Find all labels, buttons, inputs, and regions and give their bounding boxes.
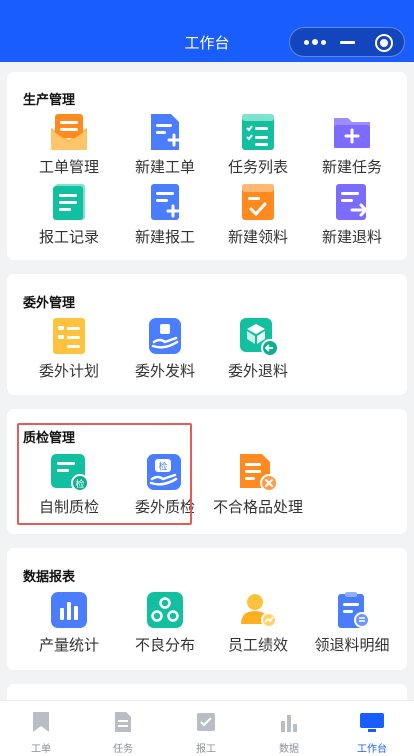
- close-miniprogram-icon[interactable]: [375, 34, 393, 52]
- checklist-icon: [242, 114, 274, 150]
- grid-item-new-work-order[interactable]: 新建工单: [117, 112, 213, 176]
- material-return-icon: [336, 184, 369, 220]
- miniprogram-capsule: [289, 27, 405, 57]
- document-icon: [115, 712, 131, 732]
- item-label: 新建任务: [321, 159, 382, 176]
- distribution-icon: [147, 592, 183, 628]
- nav-label: 工单: [31, 744, 51, 755]
- item-label: 新建退料: [321, 229, 382, 246]
- grid-item-new-task[interactable]: 新建任务: [304, 112, 400, 176]
- outsource-plan-icon: [53, 318, 85, 354]
- grid-item-work-order-manage[interactable]: 工单管理: [21, 112, 117, 176]
- nav-item-report-work[interactable]: 报工: [165, 701, 247, 756]
- grid-item-new-material-pick[interactable]: 新建领料: [210, 182, 306, 246]
- checkbox-icon: [197, 713, 215, 731]
- bookmark-icon: [33, 712, 49, 732]
- grid-item-employee-performance[interactable]: 员工绩效: [210, 590, 306, 654]
- material-detail-icon: [338, 592, 370, 628]
- material-check-icon: [242, 184, 274, 220]
- outsource-send-icon: [149, 318, 181, 354]
- section-title: 生产管理: [23, 92, 76, 107]
- nav-label: 报工: [196, 744, 216, 755]
- section-outsourcing: 委外管理 委外计划 委外发料 委外退料: [7, 274, 407, 395]
- section-reports: 数据报表 产量统计 不良分布 员工绩效 领退料明细: [7, 548, 407, 670]
- grid-item-defect-distribution[interactable]: 不良分布: [117, 590, 213, 654]
- grid-item-new-report[interactable]: 新建报工: [117, 182, 213, 246]
- item-label: 不合格品处理: [212, 499, 303, 516]
- nav-label: 工作台: [357, 744, 387, 755]
- nav-item-work-order[interactable]: 工单: [0, 701, 82, 756]
- grid-item-outsource-send[interactable]: 委外发料: [117, 316, 213, 380]
- highlight-box: [17, 423, 192, 525]
- section-production: 生产管理 工单管理 新建工单 任务列表 新建任务 报工记录 新建报工 新建领料 …: [7, 72, 407, 260]
- nav-item-workbench[interactable]: 工作台: [331, 701, 413, 756]
- section-title: 数据报表: [23, 569, 76, 584]
- nav-label: 任务: [113, 744, 133, 755]
- minimize-icon[interactable]: [340, 41, 355, 44]
- monitor-icon: [360, 713, 384, 732]
- grid-item-outsource-return[interactable]: 委外退料: [210, 316, 306, 380]
- grid-item-new-material-return[interactable]: 新建退料: [304, 182, 400, 246]
- report-add-icon: [151, 184, 180, 220]
- folder-add-icon: [334, 118, 370, 148]
- grid-item-report-record[interactable]: 报工记录: [21, 182, 117, 246]
- grid-item-material-detail[interactable]: 领退料明细: [304, 590, 400, 654]
- grid-item-output-stats[interactable]: 产量统计: [21, 590, 117, 654]
- item-label: 领退料明细: [314, 637, 390, 654]
- defect-handle-icon: [240, 454, 278, 492]
- more-options-icon[interactable]: [300, 28, 330, 56]
- outsource-return-icon: [240, 318, 278, 356]
- nav-label: 数据: [279, 744, 299, 755]
- top-bar: 工作台: [0, 0, 414, 62]
- employee-performance-icon: [241, 594, 277, 628]
- grid-item-outsource-plan[interactable]: 委外计划: [21, 316, 117, 380]
- item-label: 委外退料: [227, 363, 288, 380]
- grid-item-defect-handling[interactable]: 不合格品处理: [210, 452, 306, 516]
- doc-add-icon: [151, 114, 181, 150]
- report-record-icon: [53, 184, 85, 220]
- nav-item-task[interactable]: 任务: [82, 701, 164, 756]
- grid-item-task-list[interactable]: 任务列表: [210, 112, 306, 176]
- section-title: 委外管理: [23, 295, 76, 310]
- bottom-nav: 工单 任务 报工 数据 工作台: [0, 700, 414, 756]
- bar-chart-icon: [51, 592, 87, 628]
- envelope-list-icon: [51, 114, 87, 150]
- bar-chart-icon: [281, 715, 297, 732]
- nav-item-data[interactable]: 数据: [248, 701, 330, 756]
